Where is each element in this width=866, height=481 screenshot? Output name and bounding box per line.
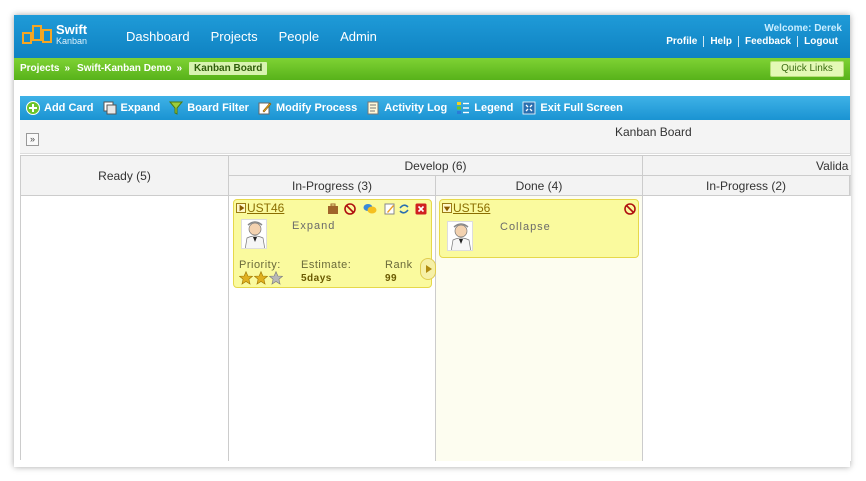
modify-process-icon [258,102,272,115]
priority-stars [239,271,287,285]
column-develop-done-title: Done (4) [515,179,563,193]
column-ready [21,196,229,461]
card-collapse-link[interactable]: Collapse [500,221,551,233]
main-nav: Dashboard Projects People Admin [126,29,377,44]
estimate-value: 5days [301,273,332,284]
card-id-link[interactable]: UST46 [247,201,284,215]
nav-dashboard[interactable]: Dashboard [126,29,190,44]
welcome-text: Welcome: Derek [764,23,842,34]
column-validate-title: Valida [816,159,849,173]
feedback-link[interactable]: Feedback [737,36,797,47]
column-validate-header: Valida [643,156,851,176]
column-develop-header: Develop (6) [229,156,643,176]
briefcase-icon[interactable] [327,203,339,215]
kanban-card[interactable]: UST46 Expand Priority: Estimate: Rank 5d… [233,199,436,288]
column-develop-inprogress-title: In-Progress (3) [291,179,373,193]
legend-label: Legend [474,102,514,114]
reassign-icon[interactable] [398,203,410,215]
board-toolbar: Add Card Expand Board Filter Modify Proc… [20,96,850,120]
column-validate-inprogress-header: In-Progress (2) [643,176,850,196]
rank-label: Rank [385,259,413,271]
profile-link[interactable]: Profile [660,36,703,47]
card-expand-link[interactable]: Expand [292,220,335,232]
exit-full-screen-button[interactable]: Exit Full Screen [522,101,623,115]
nav-admin[interactable]: Admin [340,29,377,44]
top-header: Swift Kanban Dashboard Projects People A… [14,15,850,58]
breadcrumb-project[interactable]: Swift-Kanban Demo [77,63,171,74]
star-filled-icon [254,271,268,285]
exit-full-screen-label: Exit Full Screen [540,102,623,114]
modify-process-button[interactable]: Modify Process [258,101,357,115]
user-links: Profile Help Feedback Logout [660,36,844,47]
breadcrumb-separator-icon: » [176,63,183,74]
assignee-avatar [447,221,473,251]
modify-process-label: Modify Process [275,102,358,114]
board-title: Kanban Board [615,125,692,139]
star-empty-icon [269,271,283,285]
nav-projects[interactable]: Projects [211,29,258,44]
column-ready-title: Ready (5) [98,169,151,183]
logo-sub: Kanban [56,36,88,46]
activity-log-button[interactable]: Activity Log [366,101,447,115]
board-filter-label: Board Filter [187,102,249,114]
board-header: » Kanban Board [20,120,850,154]
activity-log-icon [367,101,379,115]
column-validate-inprogress-title: In-Progress (2) [705,179,787,193]
column-develop-inprogress-header: In-Progress (3) [229,176,436,196]
legend-button[interactable]: Legend [456,101,513,115]
assignee-avatar [241,219,267,249]
legend-icon [457,102,470,114]
expand-icon [103,101,116,115]
kanban-card[interactable]: UST56 Collapse [439,199,639,258]
logout-link[interactable]: Logout [797,36,844,47]
logo-mark-icon [22,25,52,44]
logo-name: Swift [56,22,88,37]
card-id-link[interactable]: UST56 [453,201,490,215]
breadcrumb-current: Kanban Board [189,62,268,75]
column-ready-header: Ready (5) [21,156,229,196]
card-more-arrow-icon[interactable] [420,258,436,280]
exit-full-screen-icon [522,101,536,115]
activity-log-label: Activity Log [384,102,448,114]
quick-links-button[interactable]: Quick Links [770,61,844,77]
breadcrumb-projects[interactable]: Projects [20,63,59,74]
block-icon[interactable] [344,203,356,215]
swift-kanban-logo[interactable]: Swift Kanban [22,21,94,53]
kanban-board: Ready (5) Develop (6) In-Progress (3) Do… [20,155,851,461]
edit-icon[interactable] [384,203,396,215]
star-filled-icon [239,271,253,285]
side-panel-expand-button[interactable]: » [26,133,39,146]
column-validate-inprogress [643,196,851,461]
filter-funnel-icon [169,101,184,115]
comments-icon[interactable] [362,203,378,215]
breadcrumb-separator-icon: » [64,63,71,74]
nav-people[interactable]: People [279,29,319,44]
board-filter-button[interactable]: Board Filter [169,101,249,115]
rank-value: 99 [385,273,398,284]
logo-text: Swift Kanban [56,23,87,47]
add-circle-icon [26,101,40,115]
help-link[interactable]: Help [703,36,738,47]
column-develop-title: Develop (6) [404,159,467,173]
breadcrumb-bar: Projects » Swift-Kanban Demo » Kanban Bo… [14,58,850,80]
card-collapse-toggle-icon[interactable] [442,203,452,213]
expand-button[interactable]: Expand [103,101,161,115]
delete-icon[interactable] [415,203,427,215]
block-icon[interactable] [624,203,636,215]
breadcrumb: Projects » Swift-Kanban Demo » Kanban Bo… [20,62,268,75]
expand-label: Expand [120,102,161,114]
priority-label: Priority: [239,259,281,271]
column-develop-done-header: Done (4) [436,176,643,196]
estimate-label: Estimate: [301,259,352,271]
add-card-button[interactable]: Add Card [26,101,94,115]
card-expand-toggle-icon[interactable] [236,203,246,213]
add-card-label: Add Card [44,102,94,114]
